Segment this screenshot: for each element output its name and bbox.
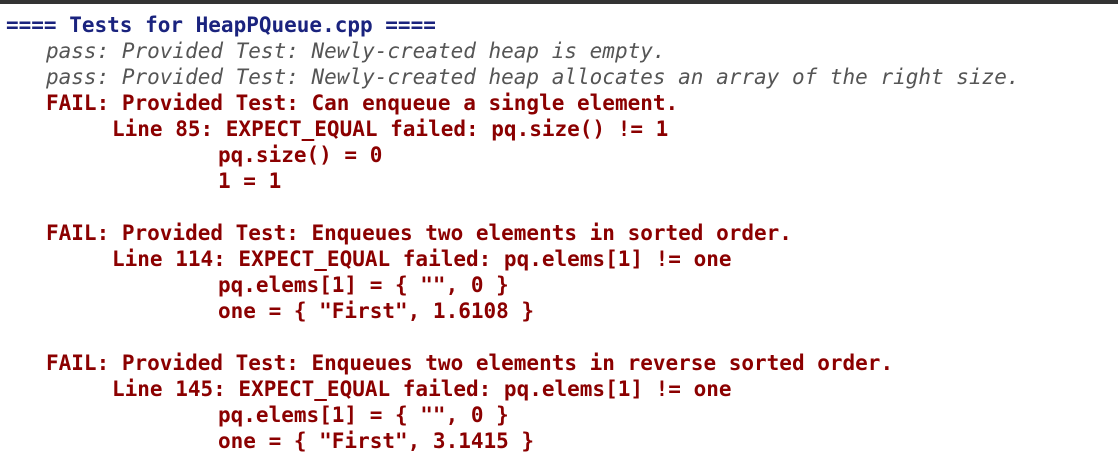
test-output-console: ==== Tests for HeapPQueue.cpp ==== pass:… bbox=[0, 0, 1118, 462]
failure-value: pq.elems[1] = { "", 0 } bbox=[218, 403, 509, 427]
failure-detail: Line 114: EXPECT_EQUAL failed: pq.elems[… bbox=[112, 247, 732, 271]
failure-detail: Line 85: EXPECT_EQUAL failed: pq.size() … bbox=[112, 117, 669, 141]
test-result-fail: FAIL: Provided Test: Enqueues two elemen… bbox=[46, 351, 894, 375]
test-result-pass: pass: Provided Test: Newly-created heap … bbox=[46, 65, 1020, 89]
test-result-fail: FAIL: Provided Test: Can enqueue a singl… bbox=[46, 91, 679, 115]
failure-detail: Line 145: EXPECT_EQUAL failed: pq.elems[… bbox=[112, 377, 732, 401]
failure-value: one = { "First", 3.1415 } bbox=[218, 429, 535, 453]
test-suite-header: ==== Tests for HeapPQueue.cpp ==== bbox=[6, 13, 436, 37]
failure-value: one = { "First", 1.6108 } bbox=[218, 299, 535, 323]
failure-value: 1 = 1 bbox=[218, 169, 282, 193]
test-result-pass: pass: Provided Test: Newly-created heap … bbox=[46, 39, 666, 63]
failure-value: pq.elems[1] = { "", 0 } bbox=[218, 273, 509, 297]
test-result-fail: FAIL: Provided Test: Enqueues two elemen… bbox=[46, 221, 792, 245]
failure-value: pq.size() = 0 bbox=[218, 143, 383, 167]
